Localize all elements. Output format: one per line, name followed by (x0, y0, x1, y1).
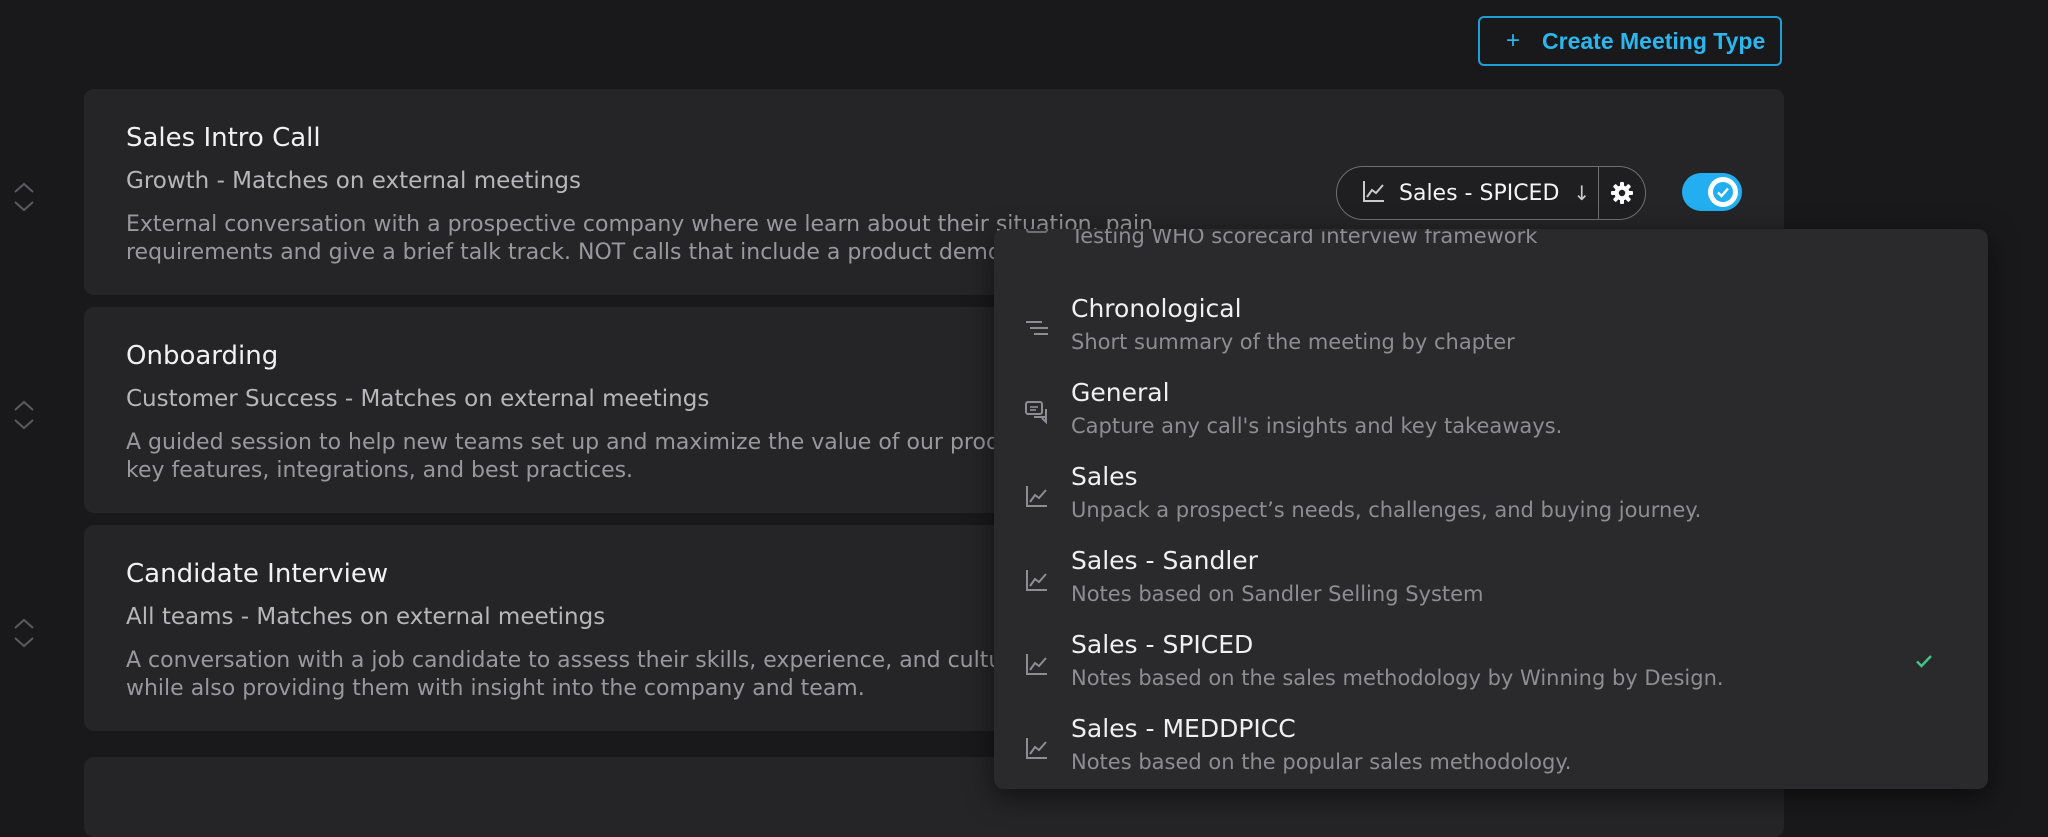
create-meeting-type-label: Create Meeting Type (1542, 27, 1766, 54)
list-icon (1024, 229, 1050, 235)
card-subtitle: Customer Success - Matches on external m… (126, 386, 710, 412)
create-meeting-type-button[interactable]: + Create Meeting Type (1478, 16, 1782, 66)
chart-line-icon (1024, 735, 1050, 761)
template-dropdown-trigger[interactable]: Sales - SPICED ↓ (1337, 167, 1600, 219)
chart-line-icon (1024, 567, 1050, 593)
toggle-knob (1708, 177, 1738, 207)
check-icon (1913, 650, 1935, 672)
plus-icon: + (1506, 27, 1521, 54)
option-description: Capture any call's insights and key take… (1071, 414, 1563, 438)
dropdown-option-sales-meddpicc[interactable]: Sales - MEDDPICC Notes based on the popu… (994, 714, 1988, 789)
card-subtitle: Growth - Matches on external meetings (126, 168, 581, 194)
notes-template-select[interactable]: Sales - SPICED ↓ (1336, 166, 1646, 220)
reorder-handle-icon[interactable] (13, 180, 35, 214)
dropdown-option-sales[interactable]: Sales Unpack a prospect’s needs, challen… (994, 462, 1988, 546)
option-description: Notes based on the sales methodology by … (1071, 666, 1724, 690)
option-title: General (1071, 378, 1170, 407)
chart-line-icon (1024, 483, 1050, 509)
option-title: Sales - Sandler (1071, 546, 1258, 575)
check-circle-icon (1713, 182, 1733, 202)
gear-icon[interactable] (1599, 167, 1645, 219)
option-description: Testing WHO scorecard interview framewor… (1071, 229, 1538, 248)
chart-line-icon (1024, 651, 1050, 677)
card-title: Sales Intro Call (126, 123, 321, 153)
chart-line-icon (1361, 178, 1387, 208)
chronological-icon (1024, 315, 1050, 341)
option-description: Notes based on the popular sales methodo… (1071, 750, 1572, 774)
option-title: Chronological (1071, 294, 1242, 323)
option-title: Sales - SPICED (1071, 630, 1254, 659)
reorder-handle-icon[interactable] (13, 398, 35, 432)
dropdown-option-chronological[interactable]: Chronological Short summary of the meeti… (994, 294, 1988, 378)
option-title: Sales - MEDDPICC (1071, 714, 1296, 743)
dropdown-option-general[interactable]: General Capture any call's insights and … (994, 378, 1988, 462)
option-description: Unpack a prospect’s needs, challenges, a… (1071, 498, 1702, 522)
reorder-handle-icon[interactable] (13, 616, 35, 650)
template-dropdown-menu: Testing WHO scorecard interview framewor… (994, 229, 1988, 789)
dropdown-option-sales-sandler[interactable]: Sales - Sandler Notes based on Sandler S… (994, 546, 1988, 630)
selected-template-label: Sales - SPICED (1399, 180, 1560, 206)
option-title: Sales (1071, 462, 1138, 491)
arrow-down-icon: ↓ (1573, 181, 1591, 205)
chat-bubbles-icon (1024, 399, 1050, 425)
dropdown-option[interactable]: Testing WHO scorecard interview framewor… (994, 229, 1988, 272)
card-title: Onboarding (126, 341, 279, 371)
meeting-type-enabled-toggle[interactable] (1682, 173, 1742, 211)
dropdown-option-sales-spiced[interactable]: Sales - SPICED Notes based on the sales … (994, 630, 1988, 714)
card-subtitle: All teams - Matches on external meetings (126, 604, 606, 630)
option-description: Notes based on Sandler Selling System (1071, 582, 1484, 606)
card-title: Candidate Interview (126, 559, 389, 589)
option-description: Short summary of the meeting by chapter (1071, 330, 1515, 354)
